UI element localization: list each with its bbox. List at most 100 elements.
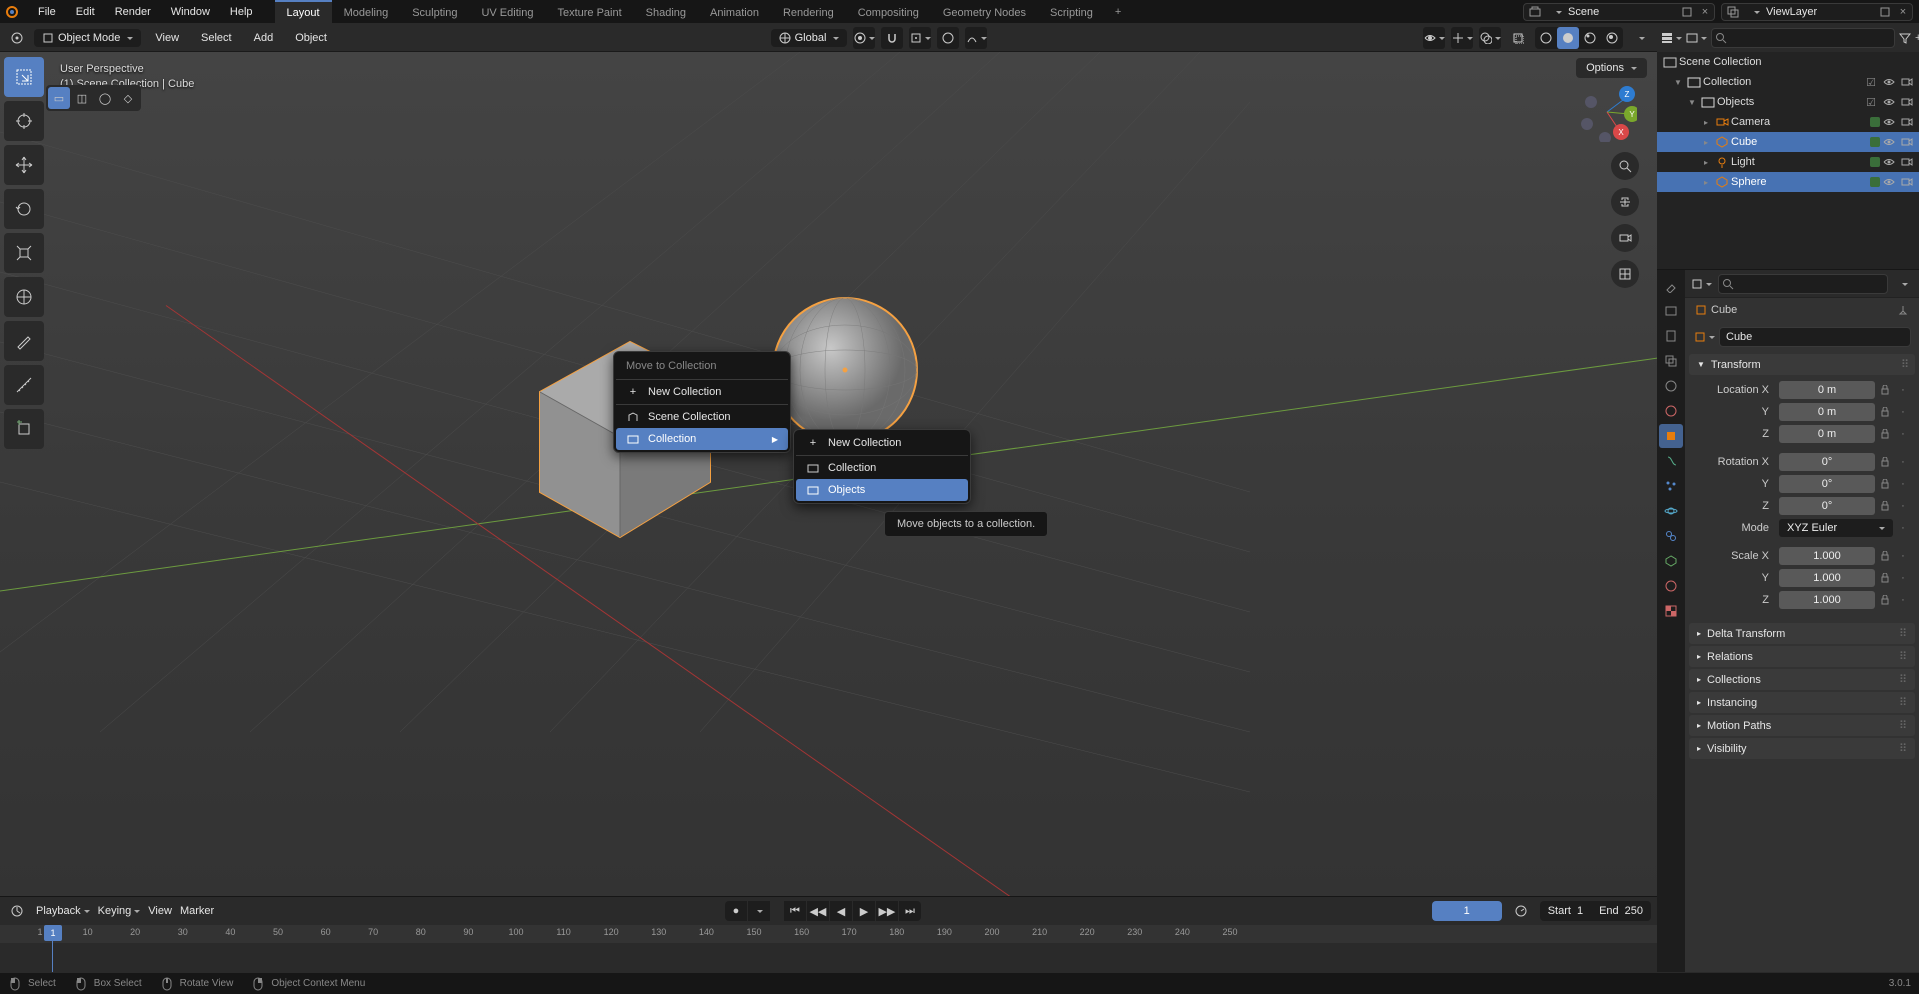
play-icon[interactable]: ▶ [853, 901, 875, 921]
lock-icon[interactable] [1877, 551, 1893, 561]
lock-icon[interactable] [1877, 501, 1893, 511]
disclosure-triangle-icon[interactable]: ▸ [1699, 118, 1713, 127]
animate-dot-icon[interactable]: · [1895, 594, 1911, 606]
perspective-toggle-icon[interactable] [1611, 260, 1639, 288]
tab-animation[interactable]: Animation [698, 0, 771, 24]
object-data-icon[interactable] [1693, 326, 1715, 348]
add-workspace-button[interactable]: + [1105, 0, 1131, 24]
drag-handle-icon[interactable]: ⠿ [1901, 358, 1907, 371]
pin-icon[interactable] [1897, 304, 1909, 316]
jump-start-icon[interactable]: ⏮ [784, 901, 806, 921]
ptab-modifier[interactable] [1659, 449, 1683, 473]
new-collection-icon[interactable]: + [1915, 27, 1919, 49]
jump-next-key-icon[interactable]: ▶▶ [876, 901, 898, 921]
tool-move[interactable] [4, 145, 44, 185]
current-frame-field[interactable]: 1 [1432, 901, 1502, 921]
new-viewlayer-icon[interactable] [1876, 4, 1894, 20]
visibility-dropdown[interactable] [1423, 27, 1445, 49]
camera-disable-icon[interactable] [1899, 136, 1915, 148]
drag-handle-icon[interactable]: ⠿ [1899, 719, 1907, 732]
delete-viewlayer-icon[interactable]: × [1894, 4, 1912, 20]
tab-modeling[interactable]: Modeling [332, 0, 401, 24]
ptab-physics[interactable] [1659, 499, 1683, 523]
ctx-sub-collection[interactable]: Collection [796, 457, 968, 479]
camera-disable-icon[interactable] [1899, 116, 1915, 128]
collapsed-panel[interactable]: ▸Motion Paths⠿ [1689, 715, 1915, 736]
tab-shading[interactable]: Shading [634, 0, 698, 24]
tree-row[interactable]: ▼Collection☑ [1657, 72, 1919, 92]
jump-end-icon[interactable]: ⏭ [899, 901, 921, 921]
drag-handle-icon[interactable]: ⠿ [1899, 673, 1907, 686]
animate-dot-icon[interactable]: · [1895, 478, 1911, 490]
playhead[interactable]: 1 [44, 925, 62, 941]
drag-handle-icon[interactable]: ⠿ [1899, 696, 1907, 709]
rotation-mode-dropdown[interactable]: XYZ Euler [1779, 519, 1893, 537]
options-icon[interactable] [1894, 273, 1913, 295]
mode-dropdown[interactable]: Object Mode [34, 29, 141, 47]
eye-icon[interactable] [1881, 76, 1897, 89]
shading-solid[interactable] [1557, 27, 1579, 49]
camera-disable-icon[interactable] [1899, 176, 1915, 188]
tab-geometry-nodes[interactable]: Geometry Nodes [931, 0, 1038, 24]
tool-annotate[interactable] [4, 321, 44, 361]
navigation-gizmo[interactable]: Z Y X [1577, 82, 1637, 142]
animate-dot-icon[interactable]: · [1895, 428, 1911, 440]
pivot-dropdown[interactable] [853, 27, 875, 49]
menu-view[interactable]: View [147, 29, 187, 47]
menu-add[interactable]: Add [246, 29, 282, 47]
autokey-dropdown[interactable] [748, 901, 770, 921]
proportional-edit-toggle[interactable] [937, 27, 959, 49]
gizmo-dropdown[interactable] [1451, 27, 1473, 49]
end-frame-field[interactable]: End250 [1591, 901, 1651, 921]
property-value-field[interactable]: 0° [1779, 475, 1875, 493]
disclosure-triangle-icon[interactable]: ▸ [1699, 158, 1713, 167]
3d-viewport[interactable]: User Perspective (1) Scene Collection | … [0, 52, 1657, 896]
property-value-field[interactable]: 0 m [1779, 425, 1875, 443]
property-value-field[interactable]: 0 m [1779, 403, 1875, 421]
select-tweak-icon[interactable]: ▭ [48, 87, 70, 109]
keying-menu[interactable]: Keying [98, 905, 141, 917]
proportional-falloff-dropdown[interactable] [965, 27, 987, 49]
collapsed-panel[interactable]: ▸Visibility⠿ [1689, 738, 1915, 759]
editor-type-icon[interactable] [6, 27, 28, 49]
eye-icon[interactable] [1881, 116, 1897, 128]
ctx-sub-new-collection[interactable]: + New Collection [796, 432, 968, 454]
collapsed-panel[interactable]: ▸Delta Transform⠿ [1689, 623, 1915, 644]
ptab-tool[interactable] [1659, 274, 1683, 298]
lock-icon[interactable] [1877, 479, 1893, 489]
camera-disable-icon[interactable] [1899, 96, 1915, 109]
eye-icon[interactable] [1881, 96, 1897, 109]
menu-render[interactable]: Render [105, 2, 161, 22]
ptab-world[interactable] [1659, 399, 1683, 423]
timeline-track[interactable]: 1102030405060708090100110120130140150160… [0, 925, 1657, 972]
jump-prev-key-icon[interactable]: ◀◀ [807, 901, 829, 921]
animate-dot-icon[interactable]: · [1895, 522, 1911, 534]
select-box-icon[interactable]: ◫ [71, 87, 93, 109]
filter-icon[interactable] [1899, 27, 1911, 49]
property-value-field[interactable]: 0° [1779, 453, 1875, 471]
tree-scene-collection[interactable]: Scene Collection [1657, 52, 1919, 72]
outliner-search-input[interactable] [1711, 28, 1895, 48]
disclosure-triangle-icon[interactable]: ▼ [1671, 78, 1685, 87]
checkbox-icon[interactable]: ☑ [1863, 76, 1879, 89]
autokey-icon[interactable]: ● [725, 901, 747, 921]
play-reverse-icon[interactable]: ◀ [830, 901, 852, 921]
panel-header[interactable]: ▼ Transform ⠿ [1689, 354, 1915, 375]
tree-row[interactable]: ▸Cube [1657, 132, 1919, 152]
lock-icon[interactable] [1877, 573, 1893, 583]
shading-material[interactable] [1579, 27, 1601, 49]
viewlayer-selector[interactable]: × [1721, 3, 1913, 21]
ptab-object[interactable] [1659, 424, 1683, 448]
ptab-render[interactable] [1659, 299, 1683, 323]
camera-view-icon[interactable] [1611, 224, 1639, 252]
property-value-field[interactable]: 0 m [1779, 381, 1875, 399]
shading-wireframe[interactable] [1535, 27, 1557, 49]
animate-dot-icon[interactable]: · [1895, 572, 1911, 584]
playback-menu[interactable]: Playback [36, 905, 90, 917]
tree-row[interactable]: ▸Sphere [1657, 172, 1919, 192]
tool-transform[interactable] [4, 277, 44, 317]
tab-layout[interactable]: Layout [275, 0, 332, 24]
scene-name-input[interactable] [1568, 6, 1678, 18]
menu-file[interactable]: File [28, 2, 66, 22]
tool-cursor[interactable] [4, 101, 44, 141]
